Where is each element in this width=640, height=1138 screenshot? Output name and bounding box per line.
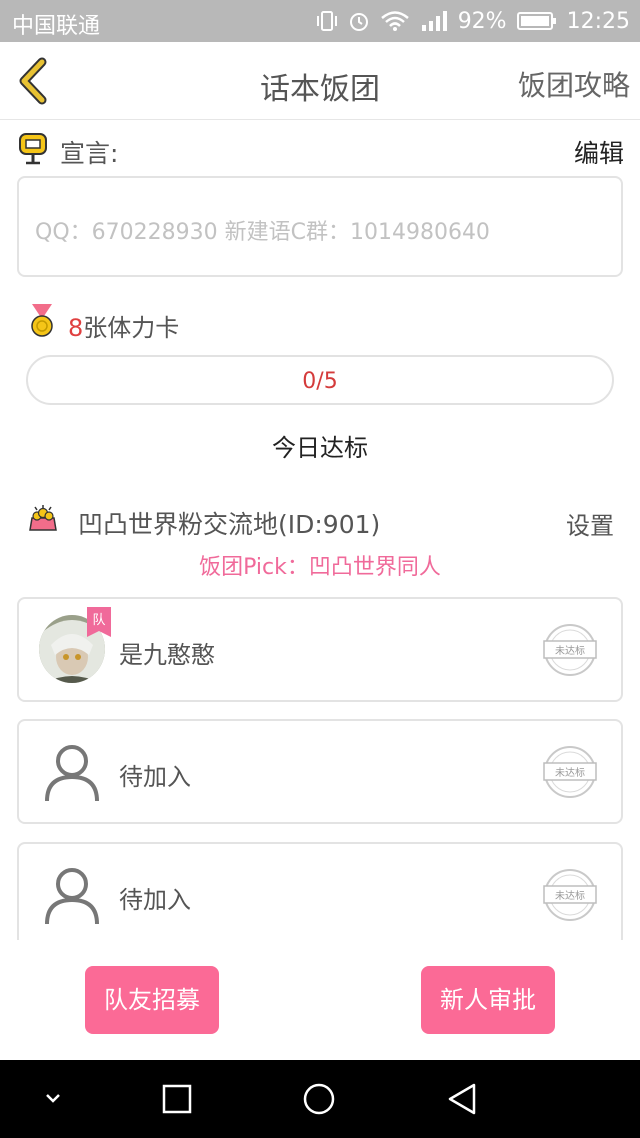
approve-newcomers-button[interactable]: 新人审批 (421, 966, 555, 1034)
status-stamp: 未达标 (541, 868, 599, 922)
guide-link[interactable]: 饭团攻略 (518, 64, 630, 104)
stamina-suffix: 张体力卡 (83, 314, 180, 342)
team-badge: 队 (87, 607, 111, 637)
signal-icon (421, 11, 447, 31)
member-name: 是九憨憨 (119, 641, 215, 669)
status-stamp-text: 未达标 (555, 646, 585, 657)
group-crown-icon (29, 505, 57, 531)
battery-percent: 92% (457, 8, 507, 34)
status-stamp: 未达标 (541, 623, 599, 677)
settings-button[interactable]: 设置 (566, 506, 614, 541)
member-name: 待加入 (119, 763, 191, 791)
member-name: 待加入 (119, 886, 191, 914)
member-card[interactable]: 待加入 未达标 (17, 719, 623, 824)
declaration-label: 宣言: (60, 139, 119, 168)
mailbox-icon (19, 133, 47, 165)
status-stamp-text: 未达标 (555, 891, 585, 902)
empty-user-icon (45, 868, 99, 925)
recent-apps-icon[interactable] (162, 1084, 192, 1114)
system-nav-bar (0, 1060, 640, 1138)
nav-dropdown-icon[interactable] (42, 1090, 64, 1106)
battery-icon (516, 12, 556, 30)
declaration-box[interactable]: QQ：670228930 新建语C群：1014980640 (17, 176, 623, 277)
group-pick: 饭团Pick：凹凸世界同人 (199, 555, 441, 580)
declaration-text: QQ：670228930 新建语C群：1014980640 (35, 220, 490, 245)
group-name: 凹凸世界粉交流地(ID:901) (78, 510, 381, 539)
member-card[interactable]: 队 是九憨憨 未达标 (17, 597, 623, 702)
alarm-icon (349, 13, 368, 31)
carrier-name: 中国联通 (12, 14, 101, 39)
vibrate-icon (316, 11, 337, 31)
status-bar: 中国联通 92% 12:25 (0, 0, 640, 42)
empty-user-icon (45, 745, 99, 802)
status-stamp-text: 未达标 (555, 768, 585, 779)
declaration-header: 宣言: 编辑 (18, 132, 628, 168)
top-header: 话本饭团 饭团攻略 (0, 42, 640, 120)
stamina-card-count: 8张体力卡 (68, 308, 179, 343)
medal-icon (31, 304, 53, 337)
home-icon[interactable] (302, 1082, 336, 1116)
team-badge-text: 队 (92, 613, 106, 628)
member-list[interactable]: 队 是九憨憨 未达标 待加入 未达标 待加入 未达标 (0, 590, 640, 940)
back-triangle-icon[interactable] (446, 1082, 478, 1116)
member-card[interactable]: 待加入 未达标 (17, 842, 623, 940)
edit-button[interactable]: 编辑 (574, 134, 624, 170)
progress-text: 0/5 (302, 369, 338, 394)
daily-progress-bar: 0/5 (26, 355, 614, 405)
status-stamp: 未达标 (541, 745, 599, 799)
daily-target-label: 今日达标 (272, 434, 368, 462)
recruit-teammates-button[interactable]: 队友招募 (85, 966, 219, 1034)
stamina-number: 8 (68, 314, 84, 342)
wifi-icon (380, 11, 409, 31)
clock-time: 12:25 (566, 8, 630, 34)
